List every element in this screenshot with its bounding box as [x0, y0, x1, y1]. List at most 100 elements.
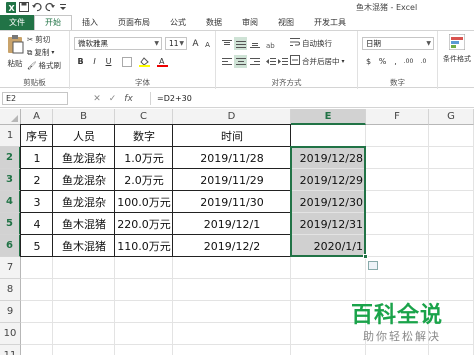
quick-analysis-icon[interactable]: [368, 261, 378, 270]
header-person[interactable]: 人员: [53, 125, 115, 147]
align-bottom-icon[interactable]: [248, 37, 261, 50]
wrap-text-button[interactable]: 自动换行: [290, 37, 332, 49]
cell-date[interactable]: 2019/11/29: [173, 169, 291, 191]
cell-amount[interactable]: 1.0万元: [115, 147, 173, 169]
bold-button[interactable]: B: [74, 55, 87, 68]
enter-icon[interactable]: ✓: [109, 94, 117, 104]
align-left-icon[interactable]: [220, 55, 233, 68]
merge-center-button[interactable]: 合并后居中 ▾: [290, 55, 345, 67]
row-header-2[interactable]: 2: [0, 147, 21, 169]
insert-function-icon[interactable]: fx: [124, 94, 133, 104]
header-time[interactable]: 时间: [173, 125, 291, 147]
cell-person[interactable]: 鱼木混猪: [53, 235, 115, 257]
row-header-3[interactable]: 3: [0, 169, 21, 191]
customize-qat-icon[interactable]: [58, 2, 68, 12]
row-header-6[interactable]: 6: [0, 235, 21, 257]
header-number[interactable]: 数字: [115, 125, 173, 147]
row-header-9[interactable]: 9: [0, 301, 21, 323]
clipboard-group: 粘贴 ✂ 剪切 ⧉ 复制 ▾ 🖌 格式刷 剪贴板: [0, 31, 70, 89]
undo-icon[interactable]: [32, 2, 42, 12]
name-box[interactable]: E2: [2, 92, 68, 105]
align-right-icon[interactable]: [248, 55, 261, 68]
copy-button[interactable]: ⧉ 复制 ▾: [27, 47, 54, 58]
cell-date[interactable]: 2019/12/1: [173, 213, 291, 235]
fill-handle[interactable]: [363, 254, 368, 259]
cell-amount[interactable]: 2.0万元: [115, 169, 173, 191]
comma-button[interactable]: ,: [389, 55, 402, 68]
alignment-group: ab 自动换行 合并后居中 ▾ 对齐方式: [216, 31, 358, 89]
decrease-decimal-button[interactable]: .0: [417, 55, 430, 68]
cell-amount[interactable]: 220.0万元: [115, 213, 173, 235]
column-header-c[interactable]: C: [115, 109, 173, 125]
number-format-dropdown[interactable]: 日期 ▼: [362, 37, 434, 50]
tab-file[interactable]: 文件: [0, 15, 34, 30]
cell-seq[interactable]: 3: [21, 191, 53, 213]
cell-person[interactable]: 鱼龙混杂: [53, 147, 115, 169]
borders-icon[interactable]: [120, 55, 133, 68]
paste-icon: [6, 34, 24, 56]
cell-seq[interactable]: 1: [21, 147, 53, 169]
cell-person[interactable]: 鱼木混猪: [53, 213, 115, 235]
tab-home[interactable]: 开始: [34, 15, 72, 30]
conditional-formatting-button[interactable]: 条件格式: [442, 33, 472, 64]
align-top-icon[interactable]: [220, 37, 233, 50]
cell-date[interactable]: 2019/11/28: [173, 147, 291, 169]
tab-page-layout[interactable]: 页面布局: [108, 15, 160, 30]
cell-person[interactable]: 鱼龙混杂: [53, 169, 115, 191]
cell-date[interactable]: 2019/12/2: [173, 235, 291, 257]
format-painter-button[interactable]: 🖌 格式刷: [27, 60, 61, 71]
paste-button[interactable]: 粘贴: [4, 34, 26, 69]
shrink-font-button[interactable]: A: [201, 38, 214, 51]
cell-amount[interactable]: 110.0万元: [115, 235, 173, 257]
fill-color-icon[interactable]: [138, 55, 151, 68]
tab-view[interactable]: 视图: [268, 15, 304, 30]
row-header-10[interactable]: 10: [0, 323, 21, 345]
tab-data[interactable]: 数据: [196, 15, 232, 30]
tab-developer[interactable]: 开发工具: [304, 15, 356, 30]
row-header-8[interactable]: 8: [0, 279, 21, 301]
select-all-button[interactable]: [0, 109, 21, 125]
header-seq[interactable]: 序号: [21, 125, 53, 147]
redo-icon[interactable]: [45, 2, 55, 12]
table-border: [21, 212, 291, 213]
column-header-a[interactable]: A: [21, 109, 53, 125]
cell-seq[interactable]: 2: [21, 169, 53, 191]
column-header-b[interactable]: B: [53, 109, 115, 125]
save-icon[interactable]: [19, 2, 29, 12]
cut-button[interactable]: ✂ 剪切: [27, 34, 50, 45]
underline-button[interactable]: U: [102, 55, 115, 68]
row-header-1[interactable]: 1: [0, 125, 21, 147]
increase-decimal-button[interactable]: .00: [402, 55, 415, 68]
column-header-g[interactable]: G: [429, 109, 474, 125]
align-center-icon[interactable]: [234, 55, 247, 68]
italic-button[interactable]: I: [88, 55, 101, 68]
watermark-subtitle: 助你轻松解决: [363, 330, 441, 343]
header-e[interactable]: [291, 125, 366, 147]
formula-input[interactable]: =D2+30: [150, 92, 470, 105]
percent-button[interactable]: %: [376, 55, 389, 68]
currency-button[interactable]: $: [362, 55, 375, 68]
row-header-4[interactable]: 4: [0, 191, 21, 213]
cell-person[interactable]: 鱼龙混杂: [53, 191, 115, 213]
row-header-7[interactable]: 7: [0, 257, 21, 279]
align-middle-icon[interactable]: [234, 37, 247, 50]
cell-amount[interactable]: 100.0万元: [115, 191, 173, 213]
row-header-5[interactable]: 5: [0, 213, 21, 235]
cancel-icon[interactable]: ✕: [93, 94, 101, 104]
row-header-11[interactable]: 11: [0, 345, 21, 355]
tab-formulas[interactable]: 公式: [160, 15, 196, 30]
cell-date[interactable]: 2019/11/30: [173, 191, 291, 213]
font-color-icon[interactable]: A: [156, 55, 169, 68]
font-size-dropdown[interactable]: 11 ▼: [165, 37, 187, 50]
column-header-d[interactable]: D: [173, 109, 291, 125]
column-header-f[interactable]: F: [366, 109, 429, 125]
tab-review[interactable]: 审阅: [232, 15, 268, 30]
tab-insert[interactable]: 插入: [72, 15, 108, 30]
orientation-icon[interactable]: ab: [264, 37, 277, 50]
font-name-dropdown[interactable]: 微软雅黑 ▼: [74, 37, 162, 50]
watermark-title: 百科全说: [351, 303, 444, 328]
column-header-e[interactable]: E: [291, 109, 366, 125]
increase-indent-icon[interactable]: [276, 55, 289, 68]
cell-seq[interactable]: 5: [21, 235, 53, 257]
cell-seq[interactable]: 4: [21, 213, 53, 235]
